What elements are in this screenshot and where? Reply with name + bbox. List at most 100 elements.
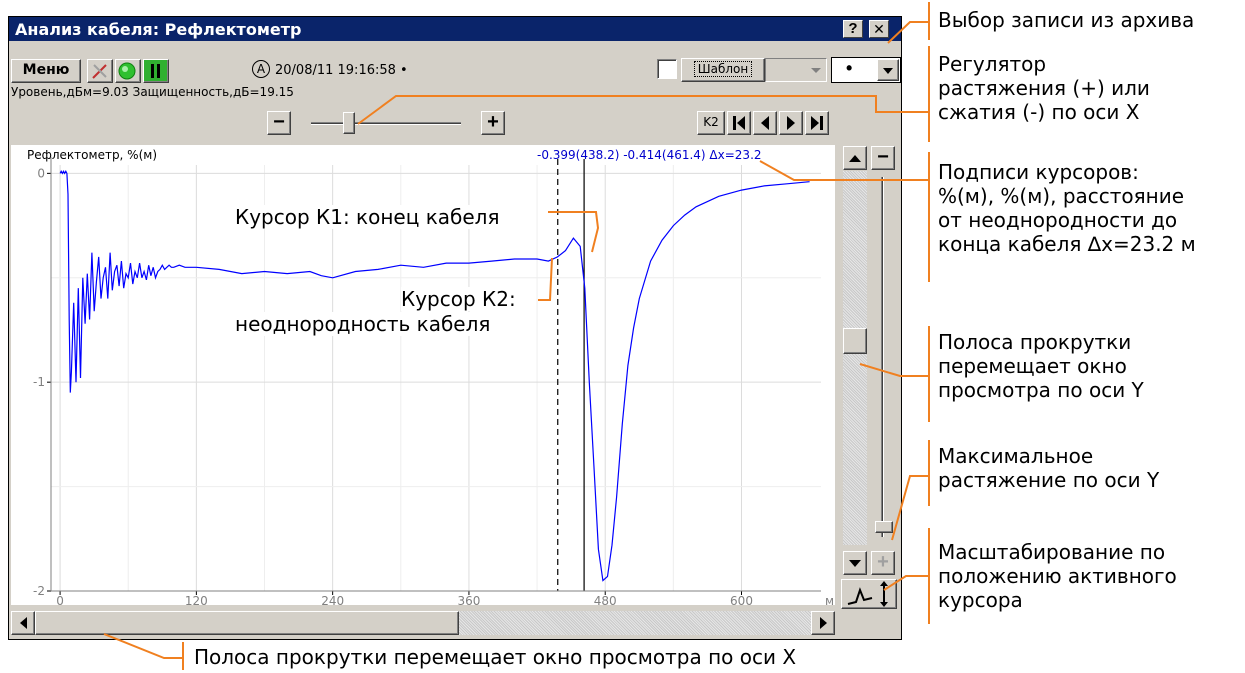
annotation-line: от неоднородности до — [938, 208, 1178, 232]
x-tick-label: 480 — [594, 594, 617, 605]
archive-record-value: • — [846, 58, 853, 78]
step-forward-icon — [787, 116, 795, 130]
plot-title: Рефлектометр, %(м) — [27, 148, 157, 162]
annotation-line: растяжения (+) или — [938, 76, 1150, 100]
close-button[interactable]: ✕ — [869, 20, 889, 38]
annotation-x-scroll: Полоса прокрутки перемещает окно просмот… — [194, 645, 797, 669]
step-back-icon — [761, 116, 769, 130]
annotation-line: конца кабеля ∆x=23.2 м — [938, 232, 1196, 256]
annotation-line: Полоса прокрутки — [938, 330, 1132, 354]
scroll-left-button[interactable] — [11, 611, 35, 635]
callout-divider-bottom — [182, 642, 184, 670]
annotation-line: просмотра по оси Y — [938, 378, 1144, 402]
overlay-k2-label-line2: неоднородность кабеля — [235, 312, 491, 336]
annotation-line: курсора — [938, 588, 1023, 612]
y-tick-label: -2 — [33, 584, 45, 598]
template-select[interactable] — [765, 58, 827, 82]
cursor-next-button[interactable] — [779, 111, 803, 135]
cursor-zoom-button[interactable] — [841, 579, 897, 609]
overlay-k1-label: Курсор К1: конец кабеля — [235, 205, 500, 229]
annotation-y-scroll: Полоса прокрутки перемещает окно просмот… — [938, 330, 1144, 402]
x-zoom-slider[interactable] — [307, 112, 465, 134]
template-checkbox[interactable] — [657, 59, 677, 79]
archive-dropdown-button[interactable] — [877, 59, 899, 81]
cursor-last-button[interactable] — [805, 111, 829, 135]
cursor-prev-button[interactable] — [753, 111, 777, 135]
annotation-y-max-stretch: Максимальное растяжение по оси Y — [938, 444, 1159, 492]
scroll-right-button[interactable] — [811, 611, 835, 635]
scroll-down-button[interactable] — [843, 551, 867, 575]
y-zoom-thumb[interactable] — [875, 521, 893, 533]
template-label: Шаблон — [693, 61, 753, 77]
skip-first-icon — [733, 116, 745, 130]
active-cursor-button[interactable]: K2 — [697, 111, 725, 135]
template-button[interactable]: Шаблон — [681, 58, 765, 82]
green-status-icon — [118, 62, 136, 80]
annotation-line: %(м), %(м), расстояние — [938, 184, 1185, 208]
arrow-right-icon — [820, 617, 827, 629]
chevron-down-icon — [883, 68, 893, 74]
menu-button[interactable]: Меню — [11, 59, 81, 83]
reflectogram-trace — [59, 170, 810, 582]
annotation-line: Регулятор — [938, 52, 1047, 76]
x-tick-label: 360 — [457, 594, 480, 605]
annotation-cursor-zoom: Масштабирование по положению активного к… — [938, 540, 1177, 612]
pause-icon — [151, 64, 160, 78]
help-button[interactable]: ? — [843, 20, 863, 38]
app-window: Анализ кабеля: Рефлектометр ? ✕ Меню А 2… — [8, 16, 902, 640]
y-zoom-slider[interactable] — [871, 171, 895, 545]
horizontal-scrollbar-thumb[interactable] — [35, 611, 459, 635]
annotation-x-stretch: Регулятор растяжения (+) или сжатия (-) … — [938, 52, 1150, 124]
skip-last-icon — [811, 116, 823, 130]
annotation-archive: Выбор записи из архива — [938, 8, 1194, 32]
cursor-first-button[interactable] — [727, 111, 751, 135]
cursor-zoom-icon — [847, 581, 888, 607]
zoom-in-y-button[interactable]: + — [871, 551, 895, 575]
pause-button[interactable] — [143, 59, 169, 83]
y-tick-label: -1 — [33, 375, 45, 389]
zoom-in-x-button[interactable]: + — [481, 111, 505, 135]
annotation-line: положению активного — [938, 564, 1177, 588]
callout-divider-1 — [928, 2, 930, 40]
annotation-line: растяжение по оси Y — [938, 468, 1160, 492]
tools-icon — [92, 64, 107, 79]
settings-tools-button[interactable] — [87, 59, 113, 83]
horizontal-scrollbar-track[interactable] — [35, 611, 811, 635]
x-tick-label: 600 — [730, 594, 753, 605]
y-zoom-track — [881, 177, 884, 537]
slider-thumb[interactable] — [342, 112, 355, 134]
callout-divider-4 — [928, 326, 930, 422]
y-tick-label: 0 — [37, 166, 45, 180]
annotation-cursor-labels: Подписи курсоров: %(м), %(м), расстояние… — [938, 160, 1196, 256]
x-tick-label: 0 — [56, 594, 64, 605]
vertical-scrollbar-track[interactable] — [843, 171, 867, 545]
archive-record-select[interactable]: • — [831, 57, 901, 83]
chevron-down-icon — [807, 60, 825, 80]
cursor-readout: -0.399(438.2) -0.414(461.4) Δx=23.2 — [537, 148, 762, 162]
callout-divider-5 — [928, 440, 930, 506]
x-axis-unit: м — [825, 594, 834, 605]
zoom-out-y-button[interactable]: − — [871, 146, 895, 170]
title-bar: Анализ кабеля: Рефлектометр — [9, 17, 901, 41]
annotation-line: Максимальное — [938, 444, 1094, 468]
slider-track — [311, 122, 461, 125]
overlay-k2-label-line1: Курсор К2: — [401, 287, 516, 311]
callout-divider-6 — [928, 528, 930, 624]
status-indicator-button[interactable] — [115, 59, 141, 83]
reflectometer-plot[interactable]: Рефлектометр, %(м) -0.399(438.2) -0.414(… — [11, 145, 835, 608]
level-status-line: Уровень,дБм=9.03 Защищенность,дБ=19.15 — [11, 85, 294, 99]
annotation-line: Подписи курсоров: — [938, 160, 1139, 184]
annotation-archive-line: Выбор записи из архива — [938, 8, 1195, 32]
zoom-out-x-button[interactable]: − — [267, 111, 291, 135]
annotation-line: сжатия (-) по оси X — [938, 100, 1140, 124]
arrow-left-icon — [20, 617, 27, 629]
arrow-down-icon — [849, 560, 861, 567]
x-tick-label: 240 — [321, 594, 344, 605]
arrow-up-icon — [849, 155, 861, 162]
annotation-line: Масштабирование по — [938, 540, 1166, 564]
record-timestamp: 20/08/11 19:16:58 • — [275, 63, 408, 78]
x-tick-label: 120 — [185, 594, 208, 605]
callout-divider-2 — [928, 46, 930, 142]
scroll-up-button[interactable] — [843, 146, 867, 170]
vertical-scrollbar-thumb[interactable] — [843, 327, 867, 354]
